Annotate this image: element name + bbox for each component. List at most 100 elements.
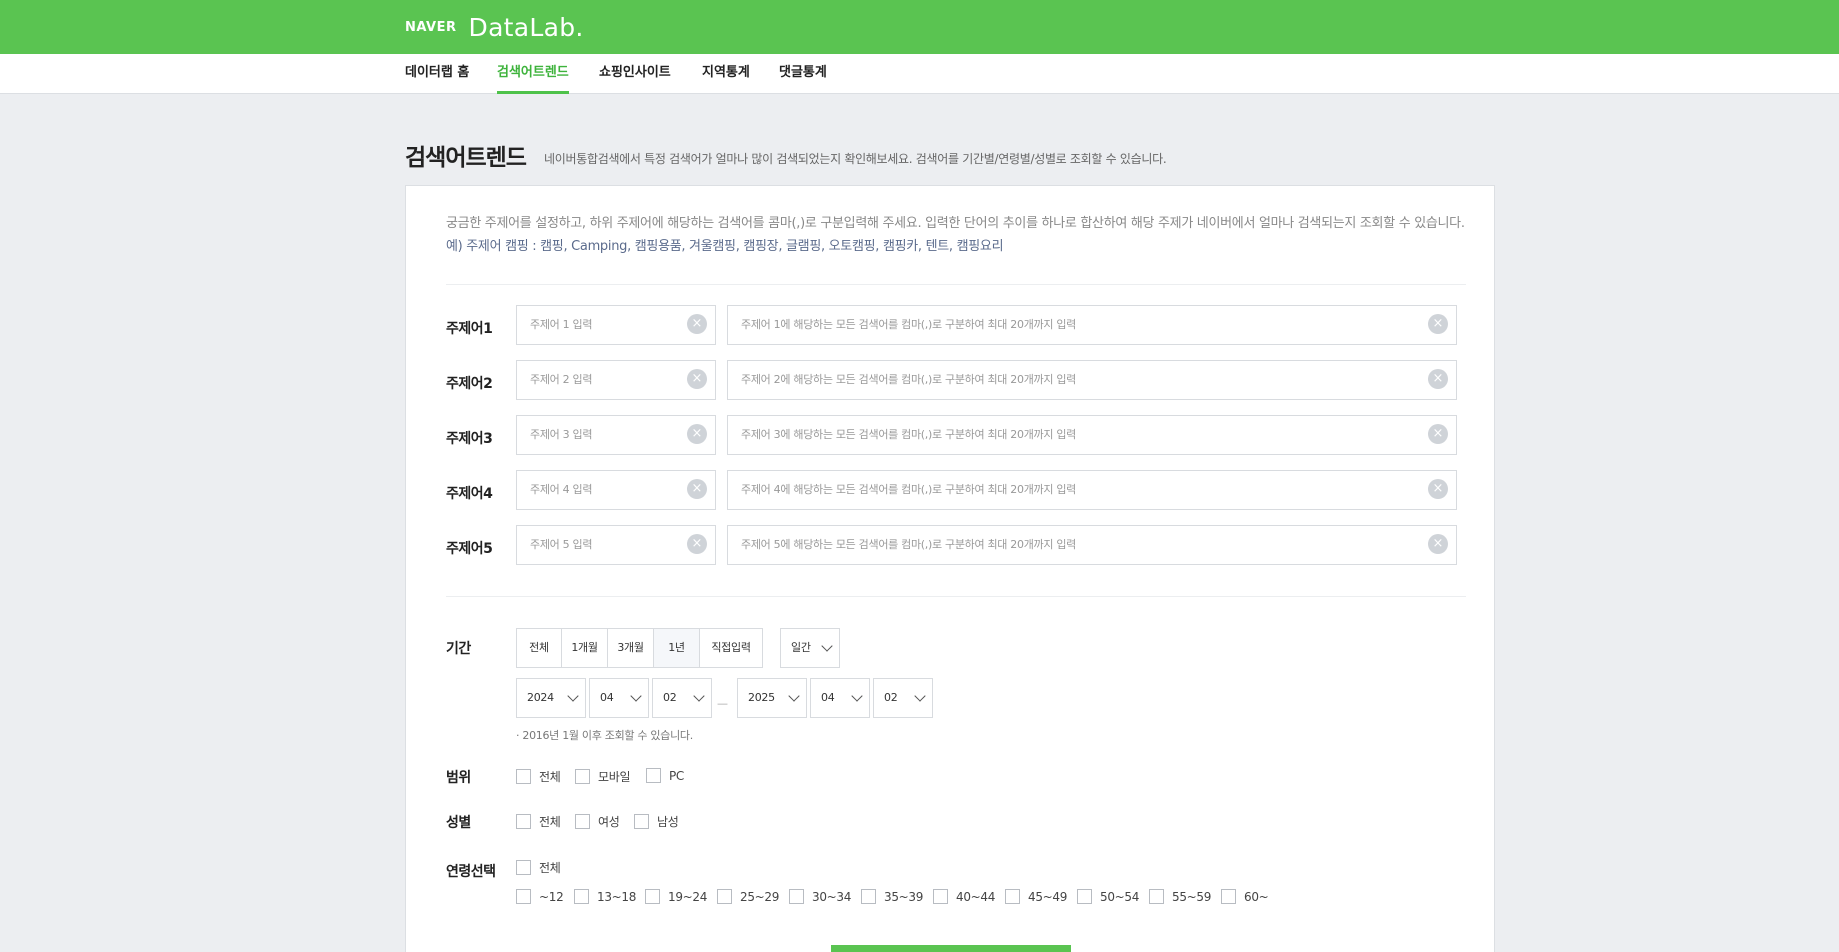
gender-checkbox-all[interactable]: 전체 <box>516 813 561 830</box>
age-checkbox[interactable]: 25~29 <box>717 889 779 904</box>
keyword-terms-input[interactable]: 주제어 5에 해당하는 모든 검색어를 컴마(,)로 구분하여 최대 20개까지… <box>727 525 1457 565</box>
naver-datalab-logo[interactable]: NAVER DataLab. <box>405 12 584 42</box>
clear-icon[interactable]: × <box>1428 369 1448 389</box>
clear-icon[interactable]: × <box>687 424 707 444</box>
page-description: 네이버통합검색에서 특정 검색어가 얼마나 많이 검색되었는지 확인해보세요. … <box>544 152 1167 166</box>
checkbox-box <box>575 814 590 829</box>
clear-icon[interactable]: × <box>687 369 707 389</box>
period-all-button[interactable]: 전체 <box>517 629 562 667</box>
clear-icon[interactable]: × <box>687 534 707 554</box>
age-checkbox[interactable]: 13~18 <box>574 889 636 904</box>
guide-text: 궁금한 주제어를 설정하고, 하위 주제어에 해당하는 검색어를 콤마(,)로 … <box>446 212 1466 258</box>
end-year-select[interactable]: 2025 <box>737 678 807 718</box>
checkbox-box <box>1149 889 1164 904</box>
clear-icon[interactable]: × <box>687 314 707 334</box>
checkbox-box <box>1005 889 1020 904</box>
naver-logo-text: NAVER <box>405 19 457 35</box>
scope-checkbox-pc[interactable]: PC <box>646 768 684 783</box>
keyword-terms-input[interactable]: 주제어 1에 해당하는 모든 검색어를 컴마(,)로 구분하여 최대 20개까지… <box>727 305 1457 345</box>
nav-item-shopping-insight[interactable]: 쇼핑인사이트 <box>599 54 671 94</box>
start-month-value: 04 <box>600 691 614 704</box>
keyword-terms-input[interactable]: 주제어 3에 해당하는 모든 검색어를 컴마(,)로 구분하여 최대 20개까지… <box>727 415 1457 455</box>
keyword-terms-input[interactable]: 주제어 4에 해당하는 모든 검색어를 컴마(,)로 구분하여 최대 20개까지… <box>727 470 1457 510</box>
checkbox-label: 전체 <box>539 770 561 784</box>
checkbox-box <box>645 889 660 904</box>
nav-item-regional-stats[interactable]: 지역통계 <box>702 54 750 94</box>
start-month-select[interactable]: 04 <box>589 678 649 718</box>
age-checkbox[interactable]: 35~39 <box>861 889 923 904</box>
clear-icon[interactable]: × <box>1428 534 1448 554</box>
keyword-label: 주제어4 <box>446 486 493 502</box>
datalab-logo-text: DataLab. <box>468 12 584 42</box>
search-submit-button[interactable] <box>831 945 1071 952</box>
checkbox-label: 전체 <box>539 861 561 875</box>
clear-icon[interactable]: × <box>1428 424 1448 444</box>
gender-checkbox-female[interactable]: 여성 <box>575 813 620 830</box>
gender-checkbox-male[interactable]: 남성 <box>634 813 679 830</box>
period-button-group: 전체 1개월 3개월 1년 직접입력 <box>516 628 763 668</box>
keyword-name-input[interactable]: 주제어 3 입력 <box>516 415 716 455</box>
keyword-name-input[interactable]: 주제어 4 입력 <box>516 470 716 510</box>
chevron-down-icon <box>630 690 642 702</box>
chevron-down-icon <box>851 690 863 702</box>
date-range-separator: — <box>717 697 728 710</box>
age-checkbox[interactable]: 55~59 <box>1149 889 1211 904</box>
end-day-select[interactable]: 02 <box>873 678 933 718</box>
checkbox-label: 30~34 <box>812 889 852 904</box>
clear-icon[interactable]: × <box>1428 314 1448 334</box>
checkbox-label: 40~44 <box>956 889 996 904</box>
nav-item-search-trend[interactable]: 검색어트렌드 <box>497 54 569 94</box>
checkbox-box <box>516 889 531 904</box>
age-checkbox[interactable]: 30~34 <box>789 889 851 904</box>
age-label: 연령선택 <box>446 864 496 880</box>
checkbox-label: 19~24 <box>668 889 708 904</box>
age-checkbox[interactable]: 40~44 <box>933 889 995 904</box>
scope-checkbox-all[interactable]: 전체 <box>516 768 561 785</box>
age-checkbox-all[interactable]: 전체 <box>516 859 561 876</box>
start-year-select[interactable]: 2024 <box>516 678 586 718</box>
keyword-name-input[interactable]: 주제어 1 입력 <box>516 305 716 345</box>
period-3month-button[interactable]: 3개월 <box>608 629 654 667</box>
interval-select[interactable]: 일간 <box>780 628 840 668</box>
age-checkbox[interactable]: 19~24 <box>645 889 707 904</box>
period-1year-button[interactable]: 1년 <box>654 629 700 667</box>
search-form-panel: 궁금한 주제어를 설정하고, 하위 주제어에 해당하는 검색어를 콤마(,)로 … <box>405 185 1495 952</box>
checkbox-box <box>717 889 732 904</box>
keyword-terms-input[interactable]: 주제어 2에 해당하는 모든 검색어를 컴마(,)로 구분하여 최대 20개까지… <box>727 360 1457 400</box>
checkbox-box <box>634 814 649 829</box>
start-year-value: 2024 <box>527 691 554 704</box>
start-day-select[interactable]: 02 <box>652 678 712 718</box>
nav-item-comment-stats[interactable]: 댓글통계 <box>779 54 827 94</box>
chevron-down-icon <box>821 640 833 652</box>
divider <box>446 596 1466 597</box>
checkbox-label: PC <box>669 768 685 783</box>
page-title: 검색어트렌드 <box>405 145 527 171</box>
main-nav: 데이터랩 홈 검색어트렌드 쇼핑인사이트 지역통계 댓글통계 <box>0 54 1839 94</box>
chevron-down-icon <box>693 690 705 702</box>
period-1month-button[interactable]: 1개월 <box>562 629 608 667</box>
clear-icon[interactable]: × <box>1428 479 1448 499</box>
checkbox-box <box>575 769 590 784</box>
end-month-select[interactable]: 04 <box>810 678 870 718</box>
clear-icon[interactable]: × <box>687 479 707 499</box>
keyword-label: 주제어1 <box>446 321 493 337</box>
age-checkbox[interactable]: 50~54 <box>1077 889 1139 904</box>
checkbox-box <box>516 814 531 829</box>
age-checkbox[interactable]: 45~49 <box>1005 889 1067 904</box>
scope-label: 범위 <box>446 770 471 786</box>
checkbox-box <box>516 769 531 784</box>
end-day-value: 02 <box>884 691 898 704</box>
checkbox-box <box>574 889 589 904</box>
scope-checkbox-mobile[interactable]: 모바일 <box>575 768 631 785</box>
checkbox-label: 25~29 <box>740 889 780 904</box>
period-custom-button[interactable]: 직접입력 <box>700 629 762 667</box>
nav-item-home[interactable]: 데이터랩 홈 <box>405 54 469 94</box>
period-label: 기간 <box>446 641 471 657</box>
checkbox-label: ~12 <box>539 889 564 904</box>
age-checkbox[interactable]: 60~ <box>1221 889 1269 904</box>
checkbox-box <box>1221 889 1236 904</box>
age-checkbox[interactable]: ~12 <box>516 889 564 904</box>
keyword-name-input[interactable]: 주제어 2 입력 <box>516 360 716 400</box>
keyword-name-input[interactable]: 주제어 5 입력 <box>516 525 716 565</box>
checkbox-box <box>789 889 804 904</box>
